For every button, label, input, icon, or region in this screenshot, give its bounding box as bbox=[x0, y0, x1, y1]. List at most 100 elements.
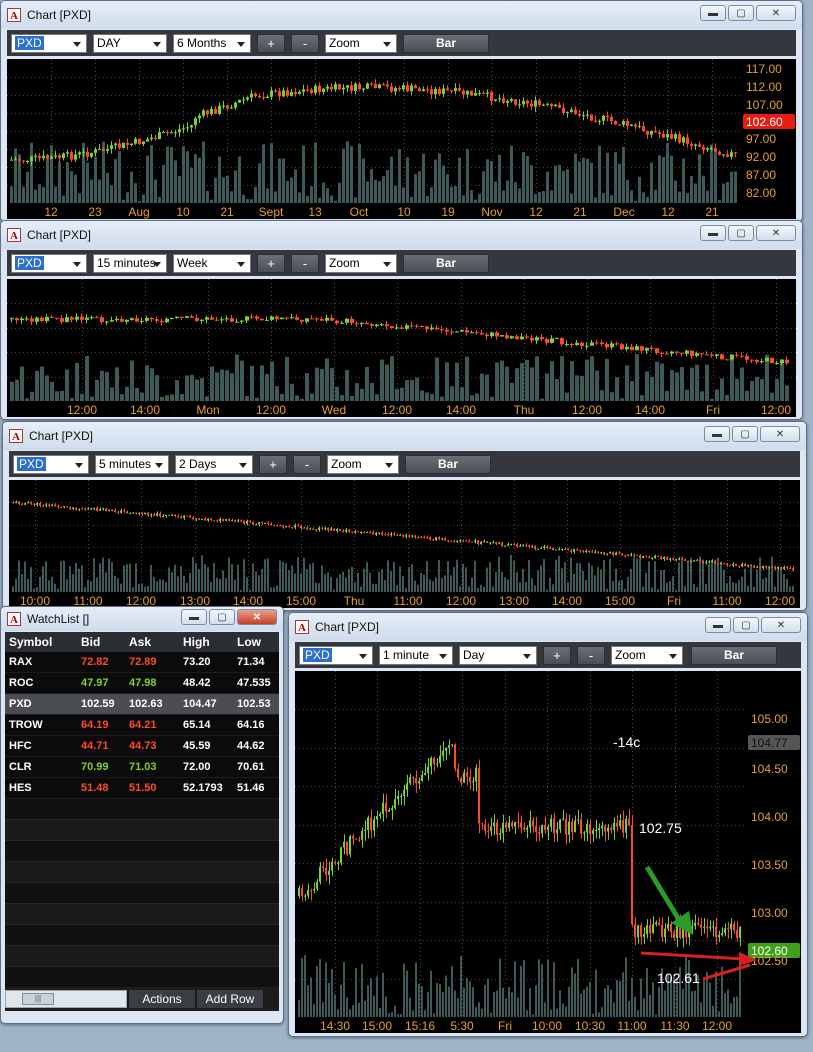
zoom-in-button[interactable]: + bbox=[257, 254, 285, 273]
table-row[interactable]: CLR 70.99 71.03 72.00 70.61 bbox=[5, 757, 279, 778]
close-button[interactable]: ✕ bbox=[761, 617, 801, 633]
maximize-button[interactable]: ▢ bbox=[732, 426, 758, 442]
column-header-ask[interactable]: Ask bbox=[125, 632, 179, 652]
close-button[interactable]: ✕ bbox=[237, 609, 277, 625]
zoom-out-button[interactable]: - bbox=[291, 34, 319, 53]
volume-bar bbox=[622, 972, 624, 1017]
table-row[interactable]: TROW 64.19 64.21 65.14 64.16 bbox=[5, 715, 279, 736]
candle-body bbox=[745, 356, 749, 360]
volume-bar bbox=[618, 163, 621, 203]
empty-row[interactable] bbox=[5, 820, 279, 841]
close-button[interactable]: ✕ bbox=[756, 225, 796, 241]
range-select[interactable]: Day bbox=[459, 646, 537, 665]
volume-bar bbox=[255, 397, 259, 401]
candle-body bbox=[726, 154, 729, 157]
interval-select[interactable]: DAY bbox=[93, 34, 167, 53]
candle-body bbox=[206, 110, 209, 115]
empty-row[interactable] bbox=[5, 904, 279, 925]
price-chart[interactable]: 12:00 14:00 Mon 12:00 Wed 12:00 14:00 Thu 12:00 1… bbox=[7, 279, 796, 417]
symbol-select[interactable]: PXD bbox=[11, 254, 87, 273]
volume-bar bbox=[134, 183, 137, 203]
scrollbar-thumb[interactable]: ||| bbox=[22, 993, 54, 1005]
close-button[interactable]: ✕ bbox=[760, 426, 800, 442]
zoom-out-button[interactable]: - bbox=[291, 254, 319, 273]
column-header-low[interactable]: Low bbox=[233, 632, 279, 652]
candle-body bbox=[487, 830, 489, 832]
title-bar[interactable]: A Chart [PXD] ▬ ▢ ✕ bbox=[1, 221, 802, 249]
price-chart[interactable]: 14:30 15:00 15:16 5:30 Fri 10:00 10:30 11:00 11:… bbox=[295, 671, 801, 1033]
volume-bar bbox=[736, 996, 738, 1017]
zoom-in-button[interactable]: + bbox=[259, 455, 287, 474]
column-header-symbol[interactable]: Symbol bbox=[5, 632, 77, 652]
interval-select[interactable]: 5 minutes bbox=[95, 455, 169, 474]
symbol-select[interactable]: PXD bbox=[11, 34, 87, 53]
zoom-select[interactable]: Zoom bbox=[611, 646, 683, 665]
zoom-in-button[interactable]: + bbox=[257, 34, 285, 53]
candle-body bbox=[435, 537, 437, 541]
maximize-button[interactable]: ▢ bbox=[728, 5, 754, 21]
zoom-out-button[interactable]: - bbox=[293, 455, 321, 474]
candle-body bbox=[715, 354, 719, 356]
chart-style-button[interactable]: Bar bbox=[403, 34, 489, 53]
empty-row[interactable] bbox=[5, 946, 279, 967]
chart-style-button[interactable]: Bar bbox=[691, 646, 777, 665]
empty-row[interactable] bbox=[5, 925, 279, 946]
zoom-select[interactable]: Zoom bbox=[325, 254, 397, 273]
candle-body bbox=[180, 516, 182, 518]
price-chart[interactable]: 12 23 Aug 10 21 Sept 13 Oct 10 19 Nov 12 21 Dec 12 21 11… bbox=[7, 59, 796, 219]
empty-row[interactable] bbox=[5, 967, 279, 988]
volume-bar bbox=[598, 145, 601, 203]
candle-body bbox=[603, 552, 605, 555]
table-row[interactable]: HFC 44.71 44.73 45.59 44.62 bbox=[5, 736, 279, 757]
candle-body bbox=[478, 767, 480, 824]
chart-style-button[interactable]: Bar bbox=[405, 455, 491, 474]
horizontal-scrollbar[interactable]: ||| bbox=[5, 990, 127, 1008]
close-button[interactable]: ✕ bbox=[756, 5, 796, 21]
actions-button[interactable]: Actions bbox=[129, 990, 195, 1008]
empty-row[interactable] bbox=[5, 841, 279, 862]
table-row[interactable]: HES 51.48 51.50 52.1793 51.46 bbox=[5, 778, 279, 799]
title-bar[interactable]: A Chart [PXD] ▬ ▢ ✕ bbox=[289, 613, 807, 641]
title-bar[interactable]: A Chart [PXD] ▬ ▢ ✕ bbox=[3, 422, 806, 450]
candle-body bbox=[465, 330, 469, 333]
table-row[interactable]: PXD 102.59 102.63 104.47 102.53 bbox=[5, 694, 279, 715]
chart-style-button[interactable]: Bar bbox=[403, 254, 489, 273]
interval-select[interactable]: 15 minutes bbox=[93, 254, 167, 273]
range-select[interactable]: Week bbox=[173, 254, 251, 273]
minimize-button[interactable]: ▬ bbox=[700, 225, 726, 241]
maximize-button[interactable]: ▢ bbox=[728, 225, 754, 241]
add-row-button[interactable]: Add Row bbox=[197, 990, 263, 1008]
column-header-high[interactable]: High bbox=[179, 632, 233, 652]
zoom-out-button[interactable]: - bbox=[577, 646, 605, 665]
minimize-button[interactable]: ▬ bbox=[700, 5, 726, 21]
candle-body bbox=[304, 895, 306, 897]
candle-body bbox=[189, 515, 191, 518]
volume-bar bbox=[528, 559, 530, 592]
volume-bar bbox=[591, 565, 593, 592]
x-tick-label: 11:00 bbox=[393, 594, 422, 608]
symbol-select[interactable]: PXD bbox=[299, 646, 373, 665]
range-select[interactable]: 2 Days bbox=[175, 455, 253, 474]
table-row[interactable]: RAX 72.82 72.89 73.20 71.34 bbox=[5, 652, 279, 673]
maximize-button[interactable]: ▢ bbox=[733, 617, 759, 633]
minimize-button[interactable]: ▬ bbox=[704, 426, 730, 442]
zoom-select[interactable]: Zoom bbox=[327, 455, 399, 474]
price-chart[interactable]: 10:00 11:00 12:00 13:00 14:00 15:00 Thu 11:00 12… bbox=[9, 480, 800, 608]
zoom-in-button[interactable]: + bbox=[543, 646, 571, 665]
minimize-button[interactable]: ▬ bbox=[181, 609, 207, 625]
minimize-button[interactable]: ▬ bbox=[705, 617, 731, 633]
volume-bar bbox=[258, 163, 261, 203]
range-select[interactable]: 6 Months bbox=[173, 34, 251, 53]
interval-select[interactable]: 1 minute bbox=[379, 646, 453, 665]
empty-row[interactable] bbox=[5, 799, 279, 820]
empty-row[interactable] bbox=[5, 883, 279, 904]
zoom-select[interactable]: Zoom bbox=[325, 34, 397, 53]
empty-row[interactable] bbox=[5, 862, 279, 883]
candle-body bbox=[678, 134, 681, 143]
table-row[interactable]: ROC 47.97 47.98 48.42 47.535 bbox=[5, 673, 279, 694]
maximize-button[interactable]: ▢ bbox=[209, 609, 235, 625]
column-header-bid[interactable]: Bid bbox=[77, 632, 125, 652]
title-bar[interactable]: A Chart [PXD] ▬ ▢ ✕ bbox=[1, 1, 802, 29]
symbol-select[interactable]: PXD bbox=[13, 455, 89, 474]
title-bar[interactable]: A WatchList [] ▬ ▢ ✕ bbox=[1, 607, 283, 631]
